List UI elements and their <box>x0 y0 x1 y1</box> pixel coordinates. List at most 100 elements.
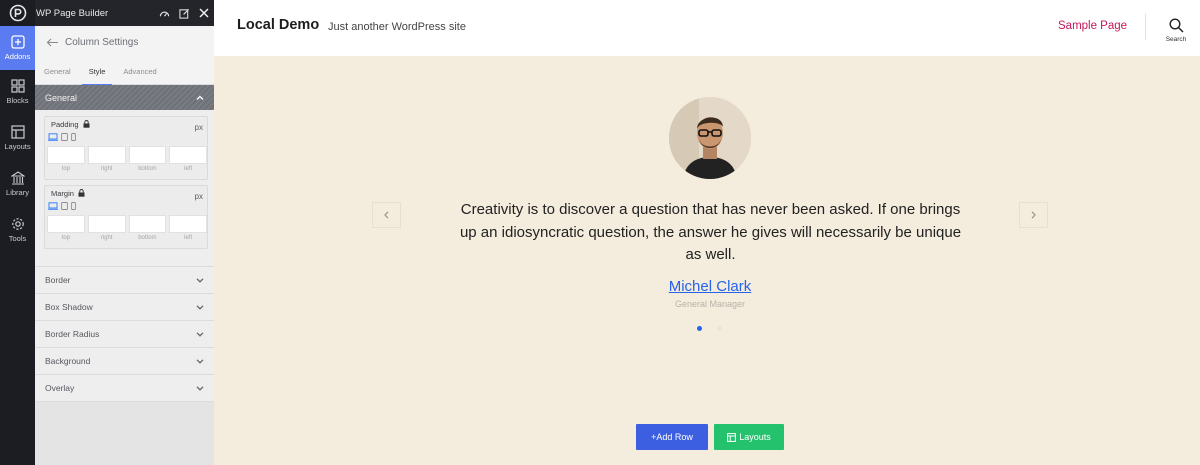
speedometer-icon[interactable] <box>154 0 174 26</box>
layouts-icon <box>727 432 737 442</box>
rail-item-blocks[interactable]: Blocks <box>0 70 35 114</box>
section-general-label: General <box>45 92 78 103</box>
rail-label-layouts: Layouts <box>4 142 31 151</box>
desktop-icon[interactable] <box>48 202 58 210</box>
panel-empty-area <box>35 401 214 465</box>
margin-top-label: top <box>61 235 71 241</box>
testimonial-quote: Creativity is to discover a question tha… <box>459 201 962 263</box>
carousel-prev-button[interactable] <box>372 202 401 228</box>
tab-style[interactable]: Style <box>80 59 115 86</box>
mobile-icon[interactable] <box>71 133 76 141</box>
padding-top-label: top <box>61 166 71 172</box>
testimonial-role: General Manager <box>674 299 746 309</box>
chevron-down-icon <box>196 331 204 337</box>
margin-field: Margin px top right bottom left <box>44 185 208 249</box>
site-tagline: Just another WordPress site <box>328 21 466 33</box>
tools-icon <box>11 218 24 230</box>
add-row-button[interactable]: +Add Row <box>636 424 708 450</box>
site-header: Local Demo Just another WordPress site S… <box>214 0 1200 56</box>
accordion-label: Border Radius <box>45 329 100 339</box>
rail-item-library[interactable]: Library <box>0 162 35 206</box>
accordion-label: Overlay <box>45 383 75 393</box>
carousel-dot-active[interactable] <box>697 326 702 331</box>
rail-label-library: Library <box>6 188 29 197</box>
carousel-next-button[interactable] <box>1019 202 1048 228</box>
nav-link-sample-page[interactable]: Sample Page <box>1058 20 1127 32</box>
desktop-icon[interactable] <box>48 133 58 141</box>
panel-header: Column Settings <box>35 26 214 59</box>
padding-bottom-input[interactable] <box>128 146 167 164</box>
settings-panel: WP Page Builder Column Settings General … <box>35 0 214 465</box>
padding-label: Padding <box>51 119 79 129</box>
margin-unit[interactable]: px <box>195 192 203 201</box>
rail-item-tools[interactable]: Tools <box>0 208 35 252</box>
mobile-icon[interactable] <box>71 202 76 210</box>
chevron-down-icon <box>196 277 204 283</box>
carousel-dot[interactable] <box>717 326 722 331</box>
rail-item-addons[interactable]: Addons <box>0 26 35 70</box>
margin-left-label: left <box>184 235 193 241</box>
padding-right-label: right <box>100 166 113 172</box>
rail-label-tools: Tools <box>8 234 27 243</box>
accordion-border[interactable]: Border <box>35 266 214 293</box>
tablet-icon[interactable] <box>61 133 68 141</box>
tab-advanced[interactable]: Advanced <box>114 59 165 85</box>
chevron-down-icon <box>196 385 204 391</box>
margin-right-input[interactable] <box>87 215 126 233</box>
accordion-border-radius[interactable]: Border Radius <box>35 320 214 347</box>
builder-logo-icon[interactable] <box>0 0 35 26</box>
margin-top-input[interactable] <box>47 215 85 233</box>
builder-topbar: WP Page Builder <box>35 0 214 26</box>
accordion-background[interactable]: Background <box>35 347 214 374</box>
margin-left-input[interactable] <box>169 215 207 233</box>
margin-bottom-input[interactable] <box>128 215 167 233</box>
rail-label-blocks: Blocks <box>6 96 29 105</box>
chevron-right-icon <box>1031 211 1036 219</box>
tab-general[interactable]: General <box>35 59 80 85</box>
rail-item-layouts[interactable]: Layouts <box>0 116 35 160</box>
chevron-down-icon <box>196 358 204 364</box>
search-button[interactable]: Search <box>1160 18 1192 43</box>
search-icon <box>1168 18 1184 33</box>
app-title: WP Page Builder <box>36 7 109 19</box>
accordion-overlay[interactable]: Overlay <box>35 374 214 401</box>
builder-sidebar-rail: Addons Blocks Layouts Library Tools <box>0 0 35 465</box>
testimonial-author[interactable]: Michel Clark <box>610 278 810 295</box>
lock-icon[interactable] <box>78 189 85 197</box>
chevron-down-icon <box>196 304 204 310</box>
chevron-up-icon <box>196 95 204 100</box>
margin-label: Margin <box>51 188 74 198</box>
back-arrow-icon[interactable] <box>39 38 65 47</box>
add-row-label: +Add Row <box>651 432 693 442</box>
settings-tabs: General Style Advanced <box>35 59 214 86</box>
chevron-left-icon <box>384 211 389 219</box>
accordion-label: Box Shadow <box>45 302 93 312</box>
search-label: Search <box>1165 36 1187 43</box>
addons-icon <box>10 35 25 49</box>
close-icon[interactable] <box>194 0 214 26</box>
rail-label-addons: Addons <box>4 52 31 61</box>
padding-top-input[interactable] <box>47 146 85 164</box>
layouts-label: Layouts <box>739 432 771 442</box>
header-divider <box>1145 14 1146 40</box>
padding-left-label: left <box>184 166 193 172</box>
accordion-label: Background <box>45 356 91 366</box>
layouts-button[interactable]: Layouts <box>714 424 784 450</box>
padding-field: Padding px top right bottom left <box>44 116 208 180</box>
section-general-header[interactable]: General <box>35 85 214 110</box>
site-preview: Local Demo Just another WordPress site S… <box>214 0 1200 465</box>
accordion-label: Border <box>45 275 71 285</box>
accordion-box-shadow[interactable]: Box Shadow <box>35 293 214 320</box>
testimonial-avatar <box>669 97 751 179</box>
padding-right-input[interactable] <box>87 146 126 164</box>
tablet-icon[interactable] <box>61 202 68 210</box>
lock-icon[interactable] <box>83 120 90 128</box>
margin-bottom-label: bottom <box>138 235 157 241</box>
edit-icon[interactable] <box>174 0 194 26</box>
site-title[interactable]: Local Demo <box>237 17 319 33</box>
padding-left-input[interactable] <box>169 146 207 164</box>
padding-unit[interactable]: px <box>195 123 203 132</box>
layouts-icon <box>10 125 25 139</box>
library-icon <box>10 171 25 185</box>
margin-right-label: right <box>100 235 113 241</box>
